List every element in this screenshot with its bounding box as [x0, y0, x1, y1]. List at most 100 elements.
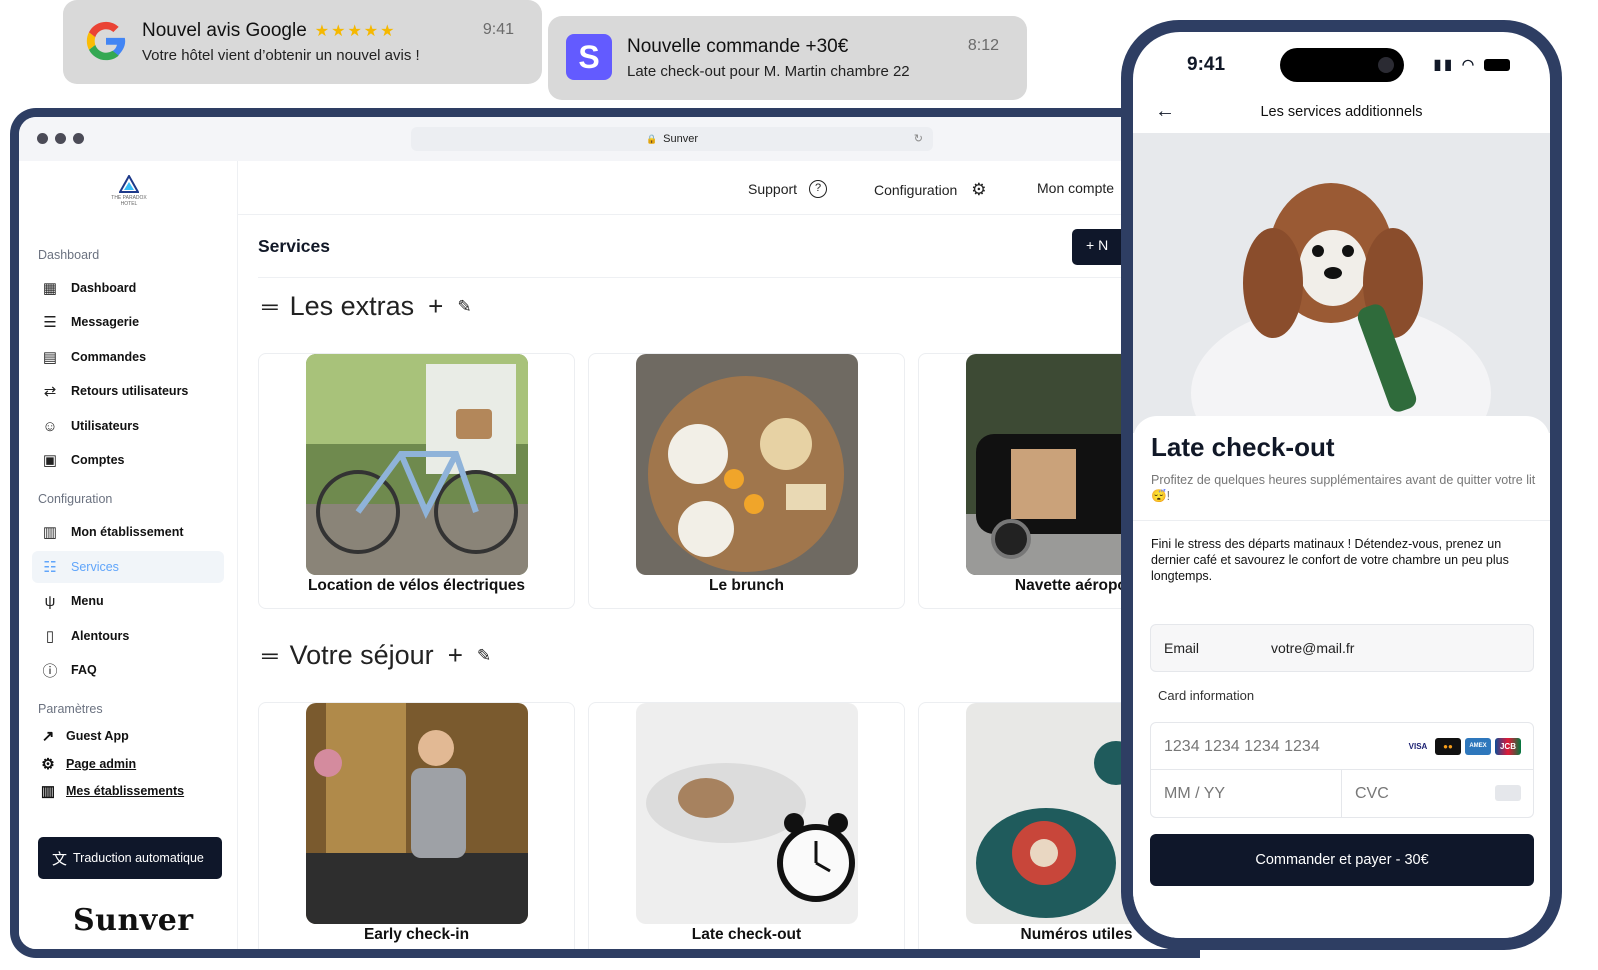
notification-time: 8:12	[967, 37, 999, 54]
lock-icon: 🔒	[645, 134, 658, 144]
gear-icon: ⚙	[971, 180, 987, 199]
external-link-icon: ↗	[41, 728, 55, 745]
order-and-pay-button[interactable]: Commander et payer - 30€	[1150, 834, 1534, 886]
service-card-title: Le brunch	[709, 577, 784, 594]
sidebar-item-services[interactable]: ☷ Services	[32, 551, 224, 583]
service-card-title: Early check-in	[363, 926, 470, 943]
notification-body: Votre hôtel vient d’obtenir un nouvel av…	[142, 47, 420, 64]
section-label-configuration: Configuration	[38, 492, 113, 506]
sidebar-item-retours[interactable]: ⇄ Retours utilisateurs	[32, 375, 224, 407]
top-navigation: Support? Configuration ⚙ Mon compte	[238, 161, 1200, 215]
wifi-icon: ◠	[1461, 56, 1478, 72]
card-form: 1234 1234 1234 1234 VISA ●● AMEX JCB MM …	[1150, 722, 1534, 818]
sidebar-item-faq[interactable]: ⓘ FAQ	[32, 654, 224, 686]
google-review-notification[interactable]: Nouvel avis Google ★★★★★ Votre hôtel vien…	[63, 0, 542, 84]
notification-time: 9:41	[482, 21, 514, 38]
edit-pencil-icon[interactable]: ✎	[477, 646, 491, 666]
section-label-dashboard: Dashboard	[38, 248, 100, 262]
sidebar-item-menu[interactable]: ψ Menu	[32, 585, 224, 617]
sidebar-item-comptes[interactable]: ▣ Comptes	[32, 444, 224, 476]
category-header-extras: ═ Les extras + ✎	[262, 291, 472, 322]
sidebar-item-etablissement[interactable]: ▥ Mon établissement	[32, 516, 224, 548]
sidebar-item-dashboard[interactable]: ▦ Dashboard	[32, 272, 224, 304]
sidebar: THE PARADOX HOTEL Dashboard ▦ Dashboard ☰…	[19, 161, 238, 949]
reception-image	[306, 703, 528, 924]
account-link[interactable]: Mon compte	[1037, 180, 1114, 196]
help-icon: ⓘ	[42, 662, 58, 680]
reload-icon[interactable]: ↻	[914, 127, 923, 151]
dog-hero-image	[1133, 133, 1550, 433]
accounts-icon: ▣	[42, 452, 58, 469]
service-card[interactable]: Le brunch	[588, 353, 905, 609]
category-title: Votre séjour	[289, 640, 434, 670]
admin-icon: ⚙	[41, 756, 55, 773]
rating-stars: ★★★★★	[314, 23, 397, 40]
main-content: Services + N ═ Les extras + ✎ Location d…	[238, 215, 1200, 949]
page-title: Services	[258, 236, 331, 256]
fork-knife-icon: ψ	[44, 592, 56, 610]
email-field[interactable]: Email votre@mail.fr	[1150, 624, 1534, 672]
jcb-icon: JCB	[1495, 738, 1521, 755]
translate-button[interactable]: 文 Traduction automatique	[38, 837, 222, 879]
email-value: votre@mail.fr	[1271, 640, 1355, 656]
bike-image	[306, 354, 528, 575]
cvc-field[interactable]: CVC	[1355, 785, 1389, 803]
building-icon: ▥	[42, 524, 58, 541]
sidebar-item-messagerie[interactable]: ☰ Messagerie	[32, 306, 224, 338]
divider	[258, 277, 1200, 278]
logo-text: THE PARADOX HOTEL	[111, 195, 147, 207]
service-subtitle: Profitez de quelques heures supplémentai…	[1151, 473, 1536, 503]
service-card[interactable]: Early check-in	[258, 702, 575, 949]
sidebar-item-commandes[interactable]: ▤ Commandes	[32, 341, 224, 373]
phone-header-title: Les services additionnels	[1260, 104, 1423, 120]
add-service-icon[interactable]: +	[428, 291, 443, 322]
category-header-sejour: ═ Votre séjour + ✎	[262, 640, 491, 671]
service-detail-sheet: Late check-out Profitez de quelques heur…	[1133, 416, 1550, 938]
param-guest-app[interactable]: ↗ Guest App	[38, 727, 129, 745]
map-icon: ▯	[45, 628, 55, 645]
phone-mockup: 9:41 ▮▮ ◠ ← Les services additionnels La…	[1121, 20, 1562, 950]
add-service-icon[interactable]: +	[448, 640, 463, 671]
status-time: 9:41	[1187, 54, 1226, 75]
notification-body: Late check-out pour M. Martin chambre 22	[627, 63, 910, 80]
order-notification[interactable]: S Nouvelle commande +30€ Late check-out …	[548, 16, 1027, 100]
window-controls[interactable]	[37, 133, 84, 144]
notification-title: Nouvelle commande +30€	[627, 36, 849, 57]
hotel-logo[interactable]: THE PARADOX HOTEL	[107, 173, 151, 207]
dashboard-icon: ▦	[42, 280, 58, 297]
brunch-image	[636, 354, 858, 575]
feedback-icon: ⇄	[43, 383, 57, 400]
service-card[interactable]: Late check-out	[588, 702, 905, 949]
edit-pencil-icon[interactable]: ✎	[457, 297, 471, 317]
message-icon: ☰	[43, 314, 57, 331]
translate-icon: 文	[52, 850, 68, 868]
sunver-brand-logo: Sunver	[73, 903, 194, 938]
service-card[interactable]: Location de vélos électriques	[258, 353, 575, 609]
card-number-placeholder: 1234 1234 1234 1234	[1164, 738, 1320, 755]
drag-handle-icon[interactable]: ═	[262, 294, 278, 320]
section-label-parametres: Paramètres	[38, 702, 103, 716]
card-number-field[interactable]: 1234 1234 1234 1234 VISA ●● AMEX JCB	[1151, 723, 1533, 770]
card-info-label: Card information	[1158, 688, 1255, 703]
card-brands: VISA ●● AMEX JCB	[1405, 738, 1521, 755]
phone-screen: 9:41 ▮▮ ◠ ← Les services additionnels La…	[1133, 32, 1550, 938]
support-link[interactable]: Support?	[748, 180, 828, 198]
param-page-admin[interactable]: ⚙ Page admin	[38, 755, 136, 773]
drag-handle-icon[interactable]: ═	[262, 643, 278, 669]
expiry-field[interactable]: MM / YY	[1164, 785, 1225, 803]
sidebar-item-alentours[interactable]: ▯ Alentours	[32, 620, 224, 652]
status-icons: ▮▮ ◠	[1434, 56, 1510, 73]
users-icon: ☺	[42, 417, 58, 435]
configuration-link[interactable]: Configuration ⚙	[874, 180, 987, 200]
param-mes-etablissements[interactable]: ▥ Mes établissements	[38, 782, 184, 800]
help-circle-icon: ?	[809, 180, 828, 198]
dynamic-island	[1280, 48, 1404, 82]
sidebar-item-utilisateurs[interactable]: ☺ Utilisateurs	[32, 410, 224, 442]
service-title: Late check-out	[1151, 432, 1335, 462]
alarm-clock-image	[636, 703, 858, 924]
address-bar[interactable]: 🔒 Sunver ↻	[411, 127, 933, 151]
amex-icon: AMEX	[1465, 738, 1491, 755]
service-card-title: Late check-out	[691, 926, 802, 943]
signal-icon: ▮▮	[1433, 56, 1455, 72]
mastercard-icon: ●●	[1435, 738, 1461, 755]
